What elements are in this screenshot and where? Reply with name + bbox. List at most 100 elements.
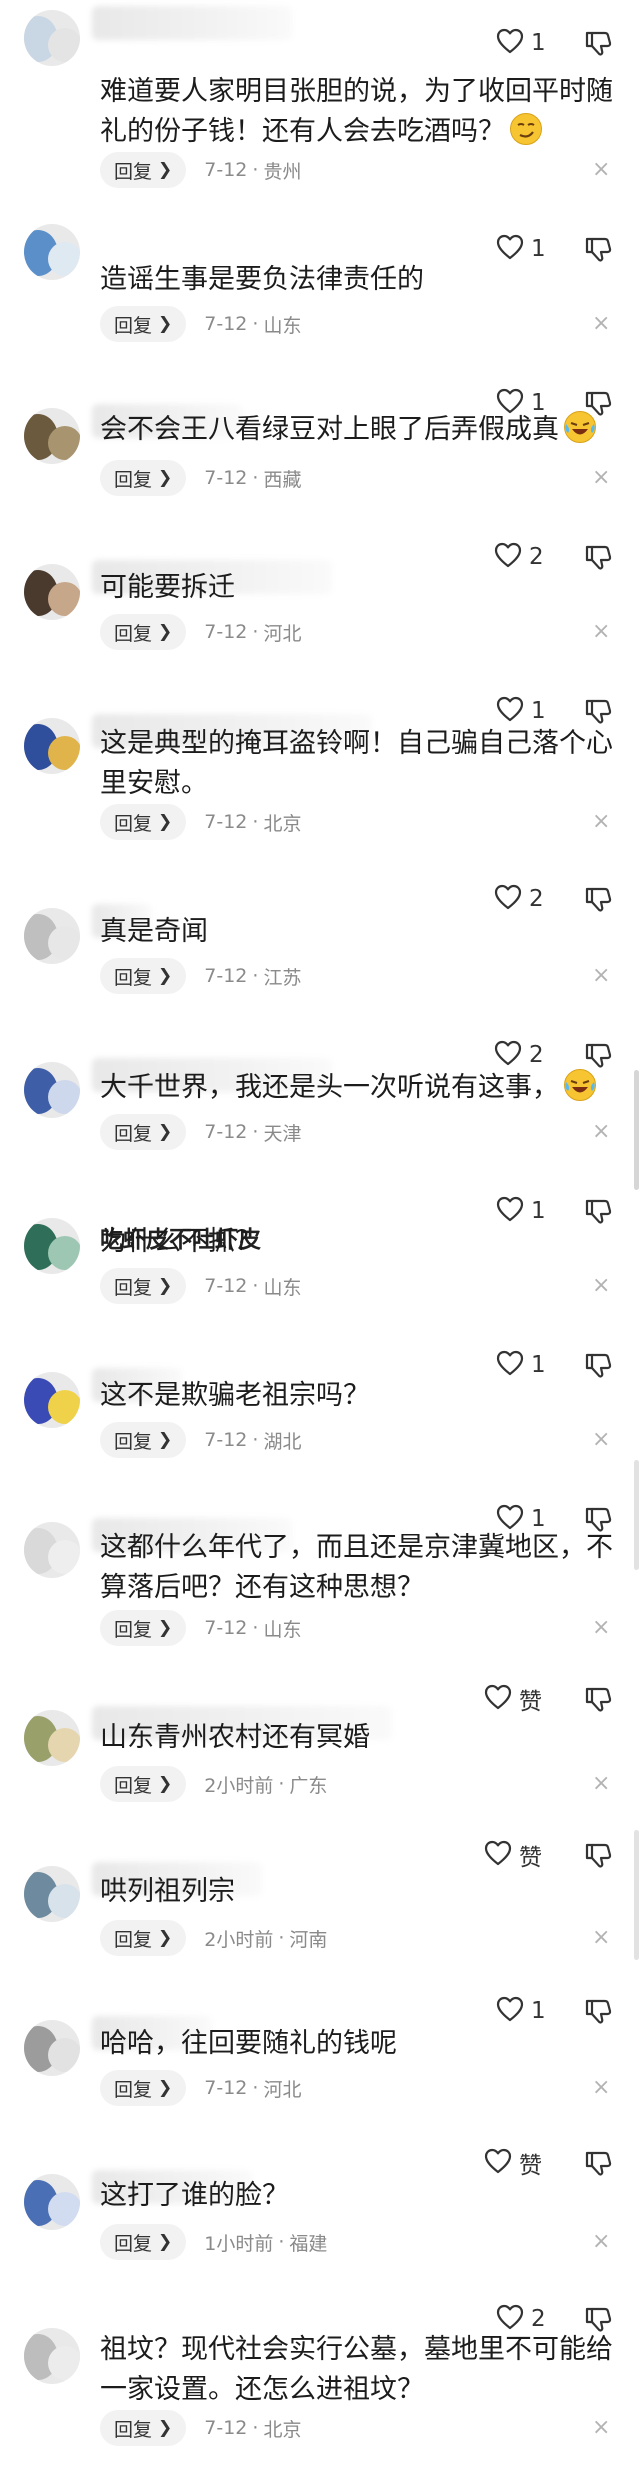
close-icon[interactable]: ×: [592, 1275, 610, 1297]
like-button[interactable]: 赞: [484, 2146, 542, 2180]
comment-date: 7-12: [204, 811, 248, 833]
like-count: 1: [531, 1198, 546, 1224]
scrollbar[interactable]: [634, 1070, 639, 1190]
like-button[interactable]: 赞: [484, 1682, 542, 1716]
avatar[interactable]: [24, 2174, 80, 2230]
thumbs-down-outline-icon[interactable]: [584, 885, 612, 913]
comment-meta: 回复 ❯ 2小时前 · 河南: [100, 1920, 327, 1956]
avatar[interactable]: [24, 1522, 80, 1578]
reply-label: 回复: [114, 468, 153, 491]
reply-button[interactable]: 回复 ❯: [100, 152, 187, 188]
comment-text: 大千世界，我还是头一次听说有这事，: [100, 1068, 620, 1108]
like-button[interactable]: 1: [496, 1994, 546, 2028]
close-icon[interactable]: ×: [592, 1773, 610, 1795]
thumbs-down-outline-icon[interactable]: [584, 1997, 612, 2025]
close-icon[interactable]: ×: [592, 621, 610, 643]
avatar[interactable]: [24, 2328, 80, 2384]
like-button[interactable]: 2: [494, 1038, 544, 1072]
close-icon[interactable]: ×: [592, 965, 610, 987]
thumbs-down-outline-icon[interactable]: [584, 1841, 612, 1869]
separator-dot: ·: [278, 1773, 285, 1795]
reply-button[interactable]: 回复 ❯: [100, 1268, 187, 1304]
avatar[interactable]: [24, 1710, 80, 1766]
separator-dot: ·: [252, 1275, 259, 1297]
avatar[interactable]: [24, 224, 80, 280]
reply-label: 回复: [114, 966, 153, 989]
close-icon[interactable]: ×: [592, 2077, 610, 2099]
avatar[interactable]: [24, 1062, 80, 1118]
like-button[interactable]: 2: [494, 882, 544, 916]
reply-button[interactable]: 回复 ❯: [100, 614, 187, 650]
like-count: 2: [529, 886, 544, 912]
avatar[interactable]: [24, 1372, 80, 1428]
close-icon[interactable]: ×: [592, 1121, 610, 1143]
comment-meta: 回复 ❯ 7-12 · 江苏: [100, 958, 301, 994]
avatar[interactable]: [24, 564, 80, 620]
thumbs-down-outline-icon[interactable]: [584, 543, 612, 571]
thumbs-down-outline-icon[interactable]: [584, 1351, 612, 1379]
reply-button[interactable]: 回复 ❯: [100, 460, 187, 496]
comment-location: 河北: [263, 622, 302, 645]
reply-button[interactable]: 回复 ❯: [100, 1920, 187, 1956]
separator-dot: ·: [252, 811, 259, 833]
chevron-right-icon: ❯: [158, 622, 173, 642]
close-icon[interactable]: ×: [592, 467, 610, 489]
close-icon[interactable]: ×: [592, 2231, 610, 2253]
reply-button[interactable]: 回复 ❯: [100, 2224, 187, 2260]
comment-meta: 回复 ❯ 7-12 · 北京: [100, 804, 301, 840]
like-count: 赞: [519, 2153, 542, 2179]
close-icon[interactable]: ×: [592, 1617, 610, 1639]
comment-text: 造谣生事是要负法律责任的: [100, 260, 620, 300]
reply-button[interactable]: 回复 ❯: [100, 958, 187, 994]
close-icon[interactable]: ×: [592, 1927, 610, 1949]
comment-location: 西藏: [263, 468, 302, 491]
thumbs-down-outline-icon[interactable]: [584, 235, 612, 263]
avatar[interactable]: [24, 10, 80, 66]
comment-text: 这打了谁的脸？: [100, 2176, 620, 2216]
close-icon[interactable]: ×: [592, 313, 610, 335]
avatar[interactable]: [24, 1866, 80, 1922]
reply-button[interactable]: 回复 ❯: [100, 1114, 187, 1150]
comment-location: 广东: [289, 1774, 328, 1797]
close-icon[interactable]: ×: [592, 1429, 610, 1451]
close-icon[interactable]: ×: [592, 2417, 610, 2439]
heart-outline-icon: [496, 696, 524, 726]
comment-meta: 回复 ❯ 1小时前 · 福建: [100, 2224, 327, 2260]
separator-dot: ·: [252, 1429, 259, 1451]
chevron-right-icon: ❯: [158, 2232, 173, 2252]
close-icon[interactable]: ×: [592, 159, 610, 181]
comment-body: 可能要拆迁: [100, 572, 235, 603]
avatar[interactable]: [24, 718, 80, 774]
thumbs-down-outline-icon[interactable]: [584, 29, 612, 57]
reply-label: 回复: [114, 1618, 153, 1641]
reply-label: 回复: [114, 812, 153, 835]
like-button[interactable]: 赞: [484, 1838, 542, 1872]
close-icon[interactable]: ×: [592, 811, 610, 833]
chevron-right-icon: ❯: [158, 1928, 173, 1948]
reply-button[interactable]: 回复 ❯: [100, 1766, 187, 1802]
thumbs-down-outline-icon[interactable]: [584, 2305, 612, 2333]
comment-meta: 回复 ❯ 7-12 · 贵州: [100, 152, 301, 188]
thumbs-down-outline-icon[interactable]: [584, 1041, 612, 1069]
comment-meta: 回复 ❯ 7-12 · 山东: [100, 306, 301, 342]
avatar[interactable]: [24, 408, 80, 464]
comment-body: 大千世界，我还是头一次听说有这事，: [100, 1072, 559, 1103]
like-button[interactable]: 1: [496, 694, 546, 728]
thumbs-down-outline-icon[interactable]: [584, 2149, 612, 2177]
thumbs-down-outline-icon[interactable]: [584, 1685, 612, 1713]
like-button[interactable]: 1: [496, 26, 546, 60]
comment-text: 哄列祖列宗: [100, 1872, 620, 1912]
avatar[interactable]: [24, 2020, 80, 2076]
reply-button[interactable]: 回复 ❯: [100, 1422, 187, 1458]
thumbs-down-outline-icon[interactable]: [584, 1197, 612, 1225]
comment-location: 北京: [263, 2418, 302, 2441]
avatar[interactable]: [24, 908, 80, 964]
reply-button[interactable]: 回复 ❯: [100, 2070, 187, 2106]
avatar[interactable]: [24, 1218, 80, 1274]
reply-button[interactable]: 回复 ❯: [100, 804, 187, 840]
comment-body: 为什么不抓？: [100, 1226, 262, 1257]
reply-button[interactable]: 回复 ❯: [100, 1610, 187, 1646]
thumbs-down-outline-icon[interactable]: [584, 697, 612, 725]
reply-button[interactable]: 回复 ❯: [100, 2410, 187, 2446]
reply-button[interactable]: 回复 ❯: [100, 306, 187, 342]
